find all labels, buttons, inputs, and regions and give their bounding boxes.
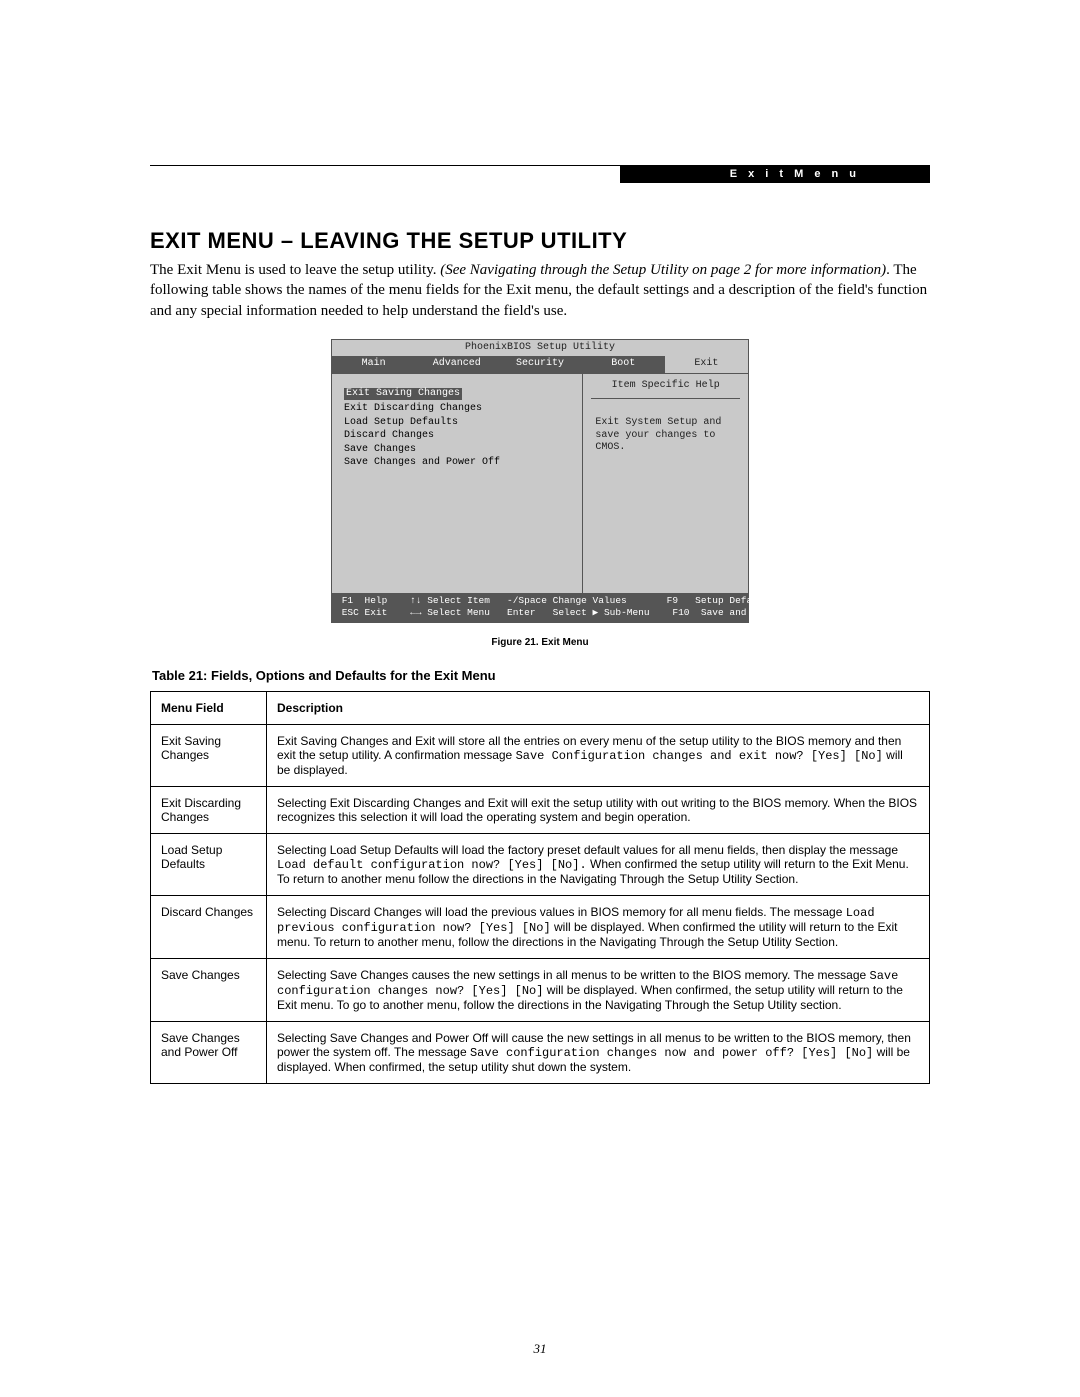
header-section-label: E x i t M e n u [620, 165, 930, 183]
bios-tab-security: Security [498, 356, 581, 373]
desc-text: Selecting Discard Changes will load the … [277, 905, 846, 919]
desc-code: Save configuration changes now and power… [470, 1046, 873, 1060]
intro-text-a: The Exit Menu is used to leave the setup… [150, 262, 440, 278]
bios-item: Discard Changes [344, 430, 574, 443]
fields-table: Menu Field Description Exit Saving Chang… [150, 691, 930, 1084]
bios-menu-pane: Exit Saving Changes Exit Discarding Chan… [332, 373, 583, 593]
bios-item: Save Changes and Power Off [344, 457, 574, 470]
table-caption: Table 21: Fields, Options and Defaults f… [152, 668, 930, 683]
bios-tab-exit: Exit [665, 356, 748, 373]
desc-text: Selecting Load Setup Defaults will load … [277, 843, 898, 857]
intro-paragraph: The Exit Menu is used to leave the setup… [150, 260, 930, 321]
table-row: Save Changes Selecting Save Changes caus… [151, 959, 930, 1022]
bios-footer-line1: F1 Help ↑↓ Select Item -/Space Change Va… [336, 595, 775, 606]
cell-field: Save Changes and Power Off [151, 1022, 267, 1084]
bios-footer-line2: ESC Exit ←→ Select Menu Enter Select ▶ S… [336, 607, 775, 618]
table-row: Exit Saving Changes Exit Saving Changes … [151, 725, 930, 787]
bios-title: PhoenixBIOS Setup Utility [332, 340, 748, 357]
table-row: Save Changes and Power Off Selecting Sav… [151, 1022, 930, 1084]
bios-tab-main: Main [332, 356, 415, 373]
cell-field: Load Setup Defaults [151, 834, 267, 896]
page-number: 31 [0, 1341, 1080, 1357]
cell-desc: Selecting Save Changes and Power Off wil… [267, 1022, 930, 1084]
bios-tab-advanced: Advanced [415, 356, 498, 373]
cell-field: Save Changes [151, 959, 267, 1022]
bios-tabs: Main Advanced Security Boot Exit [332, 356, 748, 373]
bios-help-text: Exit System Setup and save your changes … [591, 417, 740, 455]
figure-caption: Figure 21. Exit Menu [150, 637, 930, 648]
bios-footer: F1 Help ↑↓ Select Item -/Space Change Va… [332, 593, 748, 623]
desc-text: Selecting Save Changes causes the new se… [277, 968, 870, 982]
cell-field: Exit Discarding Changes [151, 787, 267, 834]
desc-code: Save Configuration changes and exit now?… [516, 749, 883, 763]
table-row: Discard Changes Selecting Discard Change… [151, 896, 930, 959]
cell-desc: Exit Saving Changes and Exit will store … [267, 725, 930, 787]
cell-field: Exit Saving Changes [151, 725, 267, 787]
bios-item: Exit Discarding Changes [344, 403, 574, 416]
bios-screenshot: PhoenixBIOS Setup Utility Main Advanced … [331, 339, 749, 624]
bios-help-pane: Item Specific Help Exit System Setup and… [583, 373, 748, 593]
table-row: Exit Discarding Changes Selecting Exit D… [151, 787, 930, 834]
intro-crossref: (See Navigating through the Setup Utilit… [440, 262, 886, 278]
cell-desc: Selecting Load Setup Defaults will load … [267, 834, 930, 896]
bios-item-selected: Exit Saving Changes [344, 388, 462, 401]
cell-desc: Selecting Discard Changes will load the … [267, 896, 930, 959]
bios-item: Save Changes [344, 444, 574, 457]
bios-tab-boot: Boot [582, 356, 665, 373]
desc-code: Load default configuration now? [Yes] [N… [277, 858, 587, 872]
page-title: EXIT MENU – LEAVING THE SETUP UTILITY [150, 228, 930, 254]
cell-desc: Selecting Save Changes causes the new se… [267, 959, 930, 1022]
col-header-description: Description [267, 692, 930, 725]
table-row: Load Setup Defaults Selecting Load Setup… [151, 834, 930, 896]
bios-item: Load Setup Defaults [344, 417, 574, 430]
cell-desc: Selecting Exit Discarding Changes and Ex… [267, 787, 930, 834]
desc-text: Selecting Exit Discarding Changes and Ex… [277, 796, 917, 824]
cell-field: Discard Changes [151, 896, 267, 959]
col-header-menu-field: Menu Field [151, 692, 267, 725]
bios-help-header: Item Specific Help [591, 380, 740, 400]
